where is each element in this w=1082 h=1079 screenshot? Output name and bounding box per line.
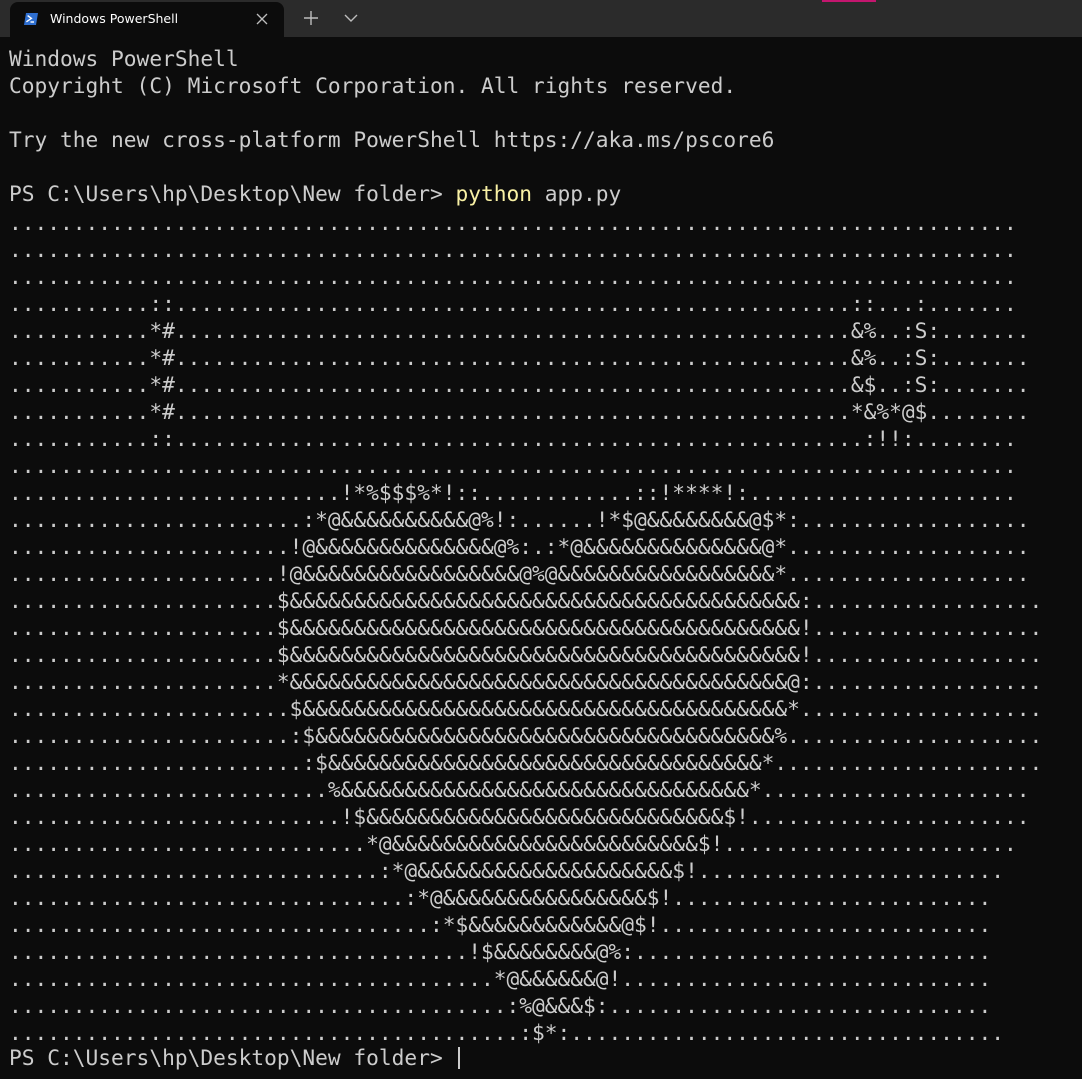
- new-tab-button[interactable]: [298, 6, 324, 30]
- output-line: ......................................*@…: [9, 966, 992, 991]
- output-line: ....................................!$&&…: [9, 939, 992, 964]
- output-line: ........................................…: [9, 264, 1017, 289]
- accent-strip: [822, 0, 876, 2]
- output-line: .........................%&&&&&&&&&&&&&&…: [9, 777, 1030, 802]
- output-line: .......................:*@&&&&&&&&&&@%!:…: [9, 507, 1030, 532]
- output-line: .....................$&&&&&&&&&&&&&&&&&&…: [9, 588, 1043, 613]
- output-line: .....................$&&&&&&&&&&&&&&&&&&…: [9, 615, 1043, 640]
- chevron-down-icon: [344, 14, 358, 22]
- output-line: ........................................…: [9, 237, 1017, 262]
- tab-title: Windows PowerShell: [50, 11, 179, 26]
- plus-icon: [304, 11, 318, 25]
- output-line: .....................*&&&&&&&&&&&&&&&&&&…: [9, 669, 1043, 694]
- terminal-output[interactable]: Windows PowerShell Copyright (C) Microso…: [9, 45, 1077, 1075]
- banner-line: [9, 153, 1077, 180]
- banner-line: Copyright (C) Microsoft Corporation. All…: [9, 73, 737, 98]
- prompt: PS C:\Users\hp\Desktop\New folder>: [9, 1045, 456, 1070]
- output-line: .............................:*@&&&&&&&&…: [9, 858, 1004, 883]
- banner-line: Windows PowerShell: [9, 46, 239, 71]
- text-cursor: [458, 1047, 461, 1069]
- output-line: ..........................!*%$$$%*!::...…: [9, 480, 1017, 505]
- output-line: ..........................!$&&&&&&&&&&&&…: [9, 804, 1030, 829]
- output-line: ......................:$&&&&&&&&&&&&&&&&…: [9, 723, 1043, 748]
- output-line: .......................................:…: [9, 993, 992, 1018]
- output-line: .....................!@&&&&&&&&&&&&&&&&&…: [9, 561, 1030, 586]
- output-line: ...............................:*@&&&&&&…: [9, 885, 992, 910]
- output-line: .................................:*$&&&&…: [9, 912, 992, 937]
- output-line: ........................................…: [9, 210, 1017, 235]
- output-line: ...........*#...........................…: [9, 372, 1030, 397]
- output-line: ...........*#...........................…: [9, 399, 1030, 424]
- command-line: PS C:\Users\hp\Desktop\New folder> pytho…: [9, 180, 1077, 207]
- tab-windows-powershell[interactable]: Windows PowerShell: [10, 2, 284, 37]
- ascii-art-output: ........................................…: [9, 207, 1077, 1045]
- output-line: ......................!@&&&&&&&&&&&&&&@%…: [9, 534, 1030, 559]
- command-args: app.py: [532, 181, 622, 206]
- output-line: ........................................…: [9, 453, 1017, 478]
- command-name: python: [455, 181, 533, 206]
- output-line: ............................*@&&&&&&&&&&…: [9, 831, 1017, 856]
- output-line: ......................$&&&&&&&&&&&&&&&&&…: [9, 696, 1043, 721]
- output-line: ...........::...........................…: [9, 291, 1017, 316]
- output-line: ........................................…: [9, 1020, 1004, 1045]
- prompt: PS C:\Users\hp\Desktop\New folder>: [9, 181, 456, 206]
- output-line: ...........::...........................…: [9, 426, 1017, 451]
- powershell-icon: [23, 11, 39, 27]
- banner-line: Try the new cross-platform PowerShell ht…: [9, 127, 775, 152]
- output-line: ...........*#...........................…: [9, 345, 1030, 370]
- profile-dropdown-button[interactable]: [338, 6, 364, 30]
- output-line: .....................$&&&&&&&&&&&&&&&&&&…: [9, 642, 1043, 667]
- terminal-window: Windows PowerShell Windows PowerShell Co…: [0, 0, 1082, 1079]
- banner-line: [9, 99, 1077, 126]
- output-line: .......................:$&&&&&&&&&&&&&&&…: [9, 750, 1043, 775]
- title-bar: Windows PowerShell: [0, 0, 1082, 37]
- close-icon[interactable]: [254, 11, 270, 27]
- final-prompt-line: PS C:\Users\hp\Desktop\New folder>: [9, 1044, 1077, 1071]
- output-line: ...........*#...........................…: [9, 318, 1030, 343]
